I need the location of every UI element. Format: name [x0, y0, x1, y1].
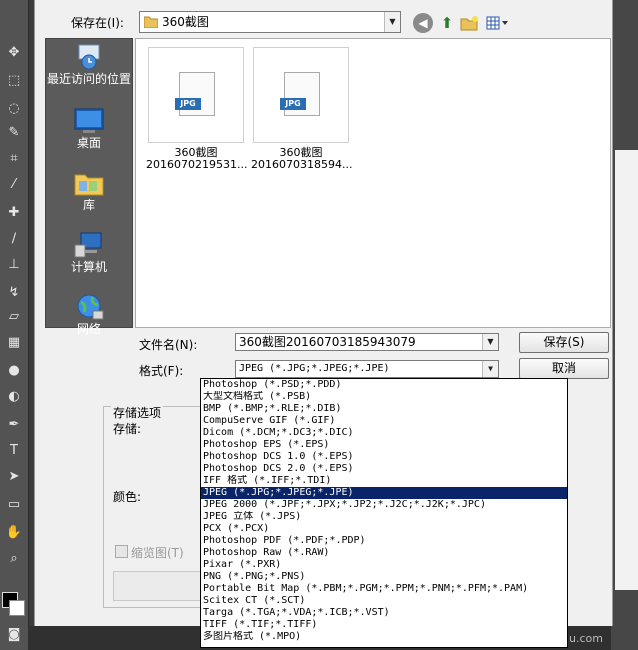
cancel-button[interactable]: 取消: [519, 358, 609, 379]
format-option[interactable]: 多图片格式 (*.MPO): [201, 631, 567, 643]
photoshop-canvas-background: [611, 0, 638, 650]
store-label: 存储:: [113, 422, 142, 436]
format-option[interactable]: TIFF (*.TIF;*.TIFF): [201, 619, 567, 631]
file-item[interactable]: JPG 360截图 2016070318594...: [251, 47, 353, 171]
chevron-down-icon[interactable]: ▼: [482, 361, 498, 377]
lasso-tool-icon[interactable]: ◌: [3, 98, 25, 120]
format-option[interactable]: Dicom (*.DCM;*.DC3;*.DIC): [201, 427, 567, 439]
format-option[interactable]: BMP (*.BMP;*.RLE;*.DIB): [201, 403, 567, 415]
format-options-list[interactable]: Photoshop (*.PSD;*.PDD) 大型文档格式 (*.PSB) BMP…: [200, 378, 568, 648]
save-options-title: 存储选项: [111, 404, 164, 421]
place-label: 桌面: [76, 136, 101, 150]
chevron-down-icon[interactable]: ▼: [482, 334, 498, 350]
format-option[interactable]: JPEG 2000 (*.JPF;*.JPX;*.JP2;*.J2C;*.J2K…: [201, 499, 567, 511]
place-recent[interactable]: 最近访问的位置: [46, 43, 132, 86]
file-name: 360截图 2016070219531...: [146, 146, 248, 171]
format-option[interactable]: 大型文档格式 (*.PSB): [201, 391, 567, 403]
history-brush-tool-icon[interactable]: ↯: [3, 282, 25, 304]
recent-places-icon: [78, 44, 100, 70]
format-option[interactable]: PCX (*.PCX): [201, 523, 567, 535]
file-thumbnail: JPG: [253, 47, 349, 143]
blur-tool-icon[interactable]: ●: [3, 360, 25, 382]
format-option[interactable]: JPEG (*.JPG;*.JPEG;*.JPE): [201, 487, 567, 499]
format-option[interactable]: Photoshop Raw (*.RAW): [201, 547, 567, 559]
dodge-tool-icon[interactable]: ◐: [3, 386, 25, 408]
file-thumbnail: JPG: [148, 47, 244, 143]
network-icon: [77, 294, 104, 320]
format-option[interactable]: Photoshop (*.PSD;*.PDD): [201, 379, 567, 391]
photoshop-toolbar: ✥ ⬚ ◌ ✎ ⌗ ⁄ ✚ ∕ ⊥ ↯ ▱ ▦ ● ◐ ✒ T ➤ ▭ ✋ ⌕ …: [0, 0, 29, 650]
place-libraries[interactable]: 库: [46, 169, 132, 212]
place-label: 最近访问的位置: [46, 72, 131, 86]
format-option[interactable]: CompuServe GIF (*.GIF): [201, 415, 567, 427]
place-network[interactable]: 网络: [46, 293, 132, 336]
save-in-label: 保存在(I):: [71, 16, 124, 30]
place-label: 网络: [76, 322, 101, 336]
format-option[interactable]: Photoshop DCS 1.0 (*.EPS): [201, 451, 567, 463]
computer-icon: [74, 232, 102, 258]
place-desktop[interactable]: 桌面: [46, 107, 132, 150]
crop-tool-icon[interactable]: ⌗: [3, 148, 25, 170]
current-folder-name: 360截图: [162, 15, 209, 29]
view-menu-icon[interactable]: [485, 13, 509, 33]
file-list[interactable]: JPG 360截图 2016070219531... JPG 360截图 201…: [135, 38, 611, 328]
back-icon[interactable]: ◀: [413, 13, 433, 33]
eraser-tool-icon[interactable]: ▱: [3, 306, 25, 328]
format-option[interactable]: Portable Bit Map (*.PBM;*.PGM;*.PPM;*.PN…: [201, 583, 567, 595]
save-button[interactable]: 保存(S): [519, 332, 609, 353]
type-tool-icon[interactable]: T: [3, 440, 25, 462]
thumbnail-checkbox[interactable]: [115, 545, 128, 558]
thumbnail-label: 缩览图(T): [131, 546, 184, 560]
format-option[interactable]: Photoshop EPS (*.EPS): [201, 439, 567, 451]
stamp-tool-icon[interactable]: ⊥: [3, 254, 25, 276]
filename-label: 文件名(N):: [139, 338, 198, 352]
move-tool-icon[interactable]: ✥: [3, 42, 25, 64]
file-item[interactable]: JPG 360截图 2016070219531...: [146, 47, 248, 171]
format-option[interactable]: Targa (*.TGA;*.VDA;*.ICB;*.VST): [201, 607, 567, 619]
format-label: 格式(F):: [139, 364, 184, 378]
places-bar: 最近访问的位置 桌面 库 计算机 网络: [45, 38, 133, 336]
quick-mask-icon[interactable]: ◙: [3, 624, 25, 646]
format-dropdown[interactable]: JPEG (*.JPG;*.JPEG;*.JPE) ▼: [235, 360, 499, 378]
format-option[interactable]: Photoshop PDF (*.PDF;*.PDP): [201, 535, 567, 547]
healing-brush-tool-icon[interactable]: ✚: [3, 202, 25, 224]
folder-icon: [144, 16, 158, 28]
up-folder-icon[interactable]: ⬆: [437, 13, 457, 33]
jpg-badge: JPG: [175, 98, 201, 110]
eyedropper-tool-icon[interactable]: ⁄: [3, 174, 25, 196]
format-option[interactable]: JPEG 立体 (*.JPS): [201, 511, 567, 523]
format-option[interactable]: PNG (*.PNG;*.PNS): [201, 571, 567, 583]
path-select-tool-icon[interactable]: ➤: [3, 466, 25, 488]
filename-input[interactable]: 360截图20160703185943079 ▼: [235, 333, 499, 351]
file-name: 360截图 2016070318594...: [251, 146, 353, 171]
color-label: 颜色:: [113, 490, 142, 504]
shape-tool-icon[interactable]: ▭: [3, 494, 25, 516]
chevron-down-icon[interactable]: ▼: [384, 12, 400, 32]
pen-tool-icon[interactable]: ✒: [3, 414, 25, 436]
background-color-swatch[interactable]: [9, 600, 25, 616]
hand-tool-icon[interactable]: ✋: [3, 522, 25, 544]
new-folder-icon[interactable]: [459, 13, 479, 33]
document-canvas: [615, 150, 638, 590]
format-option[interactable]: Photoshop DCS 2.0 (*.EPS): [201, 463, 567, 475]
zoom-tool-icon[interactable]: ⌕: [3, 548, 25, 570]
place-computer[interactable]: 计算机: [46, 231, 132, 274]
marquee-tool-icon[interactable]: ⬚: [3, 70, 25, 92]
desktop-icon: [74, 108, 104, 133]
place-label: 库: [82, 198, 95, 212]
format-option[interactable]: Scitex CT (*.SCT): [201, 595, 567, 607]
place-label: 计算机: [70, 260, 107, 274]
quick-select-tool-icon[interactable]: ✎: [3, 122, 25, 144]
brush-tool-icon[interactable]: ∕: [3, 228, 25, 250]
libraries-icon: [74, 174, 104, 196]
format-option[interactable]: Pixar (*.PXR): [201, 559, 567, 571]
format-option[interactable]: IFF 格式 (*.IFF;*.TDI): [201, 475, 567, 487]
save-in-dropdown[interactable]: 360截图 ▼: [139, 11, 401, 33]
gradient-tool-icon[interactable]: ▦: [3, 332, 25, 354]
jpg-badge: JPG: [280, 98, 306, 110]
